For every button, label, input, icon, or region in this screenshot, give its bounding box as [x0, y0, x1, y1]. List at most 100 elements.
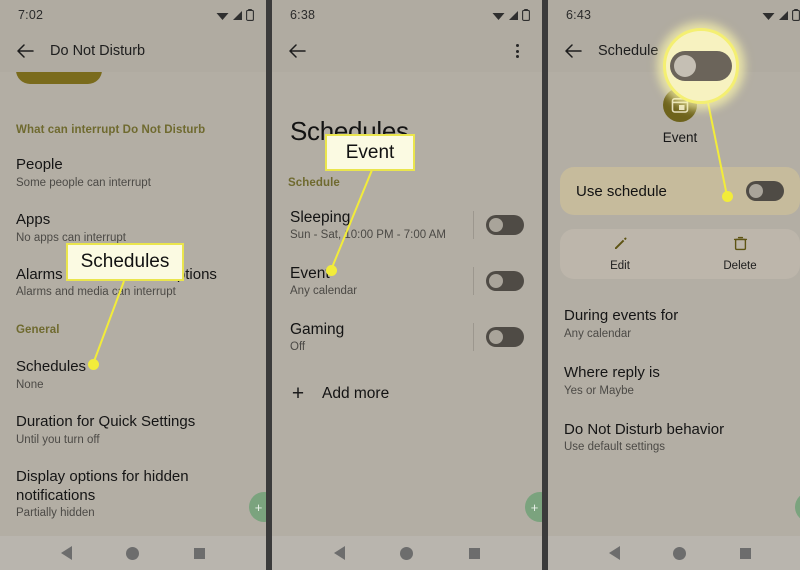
signal-icon [508, 10, 519, 21]
overflow-menu-icon[interactable] [506, 38, 528, 64]
page-heading: Schedules [290, 116, 409, 146]
status-icons [492, 9, 530, 21]
nav-recents-icon[interactable] [740, 547, 752, 559]
list-item[interactable]: Duration for Quick Settings Until you tu… [0, 413, 266, 446]
list-item[interactable]: Do Not Disturb behavior Use default sett… [548, 421, 800, 454]
row-subtitle: Any calendar [290, 285, 358, 297]
wifi-icon [216, 10, 229, 21]
annotation-pointer-dot [722, 191, 733, 202]
nav-back-icon[interactable] [61, 546, 73, 560]
page-title: Do Not Disturb [50, 43, 146, 59]
list-item[interactable]: People Some people can interrupt [0, 156, 266, 189]
app-bar [272, 30, 542, 72]
list-item[interactable]: During events for Any calendar [548, 307, 800, 340]
event-header: Event [548, 88, 800, 145]
add-more-button[interactable]: + Add more [272, 383, 542, 404]
row-title: Duration for Quick Settings [16, 413, 196, 430]
row-subtitle: Yes or Maybe [564, 384, 634, 397]
list-item[interactable]: Display options for hidden notifications… [0, 468, 266, 520]
nav-recents-icon[interactable] [193, 547, 205, 559]
system-navigation-bar [272, 536, 542, 570]
annotation-pointer-dot [326, 265, 337, 276]
nav-back-icon[interactable] [333, 546, 345, 560]
row-subtitle: Partially hidden [16, 507, 95, 520]
panel-body: Schedules Schedule Sleeping Sun - Sat, 1… [272, 72, 542, 570]
nav-home-icon[interactable] [126, 546, 140, 560]
nav-home-icon[interactable] [673, 546, 687, 560]
row-title: Where reply is [564, 363, 660, 381]
status-icons [216, 9, 254, 21]
scrolled-off-pill[interactable] [16, 72, 102, 84]
list-item[interactable]: Sleeping Sun - Sat, 10:00 PM - 7:00 AM [272, 209, 542, 241]
panel-body: Event Use schedule Edit Delete During ev… [548, 72, 800, 570]
nav-recents-icon[interactable] [469, 547, 481, 559]
row-title: Alarms and other interruptions [16, 265, 217, 283]
app-bar: Do Not Disturb [0, 30, 266, 72]
edit-label: Edit [610, 260, 630, 272]
annotation-magnifier-toggle [663, 28, 739, 104]
schedule-toggle[interactable] [486, 327, 524, 347]
status-clock: 7:02 [18, 8, 44, 22]
delete-label: Delete [723, 260, 757, 272]
back-arrow-icon[interactable] [284, 38, 310, 64]
list-item[interactable]: Where reply is Yes or Maybe [548, 364, 800, 397]
list-item[interactable]: Alarms and other interruptions Alarms an… [0, 266, 266, 299]
row-subtitle: No apps can interrupt [16, 231, 126, 244]
row-title: People [16, 156, 63, 173]
use-schedule-label: Use schedule [576, 182, 667, 200]
trash-icon [733, 236, 748, 256]
status-icons [762, 9, 800, 21]
battery-icon [522, 9, 530, 21]
row-subtitle: Off [290, 341, 306, 353]
use-schedule-toggle[interactable] [746, 181, 784, 201]
sidebar-item-schedules[interactable]: Schedules None [0, 358, 266, 391]
schedule-toggle[interactable] [486, 215, 524, 235]
row-separator [473, 211, 474, 239]
floating-action-button[interactable]: + [525, 492, 542, 522]
battery-icon [246, 9, 254, 21]
use-schedule-card[interactable]: Use schedule [560, 167, 800, 215]
row-title: Event [290, 265, 330, 282]
section-label-interrupt: What can interrupt Do Not Disturb [16, 124, 206, 136]
status-clock: 6:43 [566, 8, 592, 22]
event-label: Event [662, 130, 698, 145]
magnified-toggle [670, 51, 732, 81]
screenshot-root: 7:02 Do Not Disturb What can interrupt D… [0, 0, 800, 570]
battery-icon [792, 9, 800, 21]
pencil-icon [613, 236, 628, 256]
row-title: Display options for hidden notifications [16, 467, 189, 504]
panel-body: What can interrupt Do Not Disturb People… [0, 72, 266, 570]
row-subtitle: Sun - Sat, 10:00 PM - 7:00 AM [290, 229, 446, 241]
status-bar: 7:02 [0, 0, 266, 30]
floating-action-button[interactable]: + [795, 492, 800, 522]
row-separator [473, 267, 474, 295]
list-item[interactable]: Gaming Off [272, 321, 542, 353]
back-arrow-icon[interactable] [12, 38, 38, 64]
row-subtitle: None [16, 379, 44, 391]
row-subtitle: Until you turn off [16, 433, 100, 446]
signal-icon [232, 10, 243, 21]
status-clock: 6:38 [290, 8, 316, 22]
phone-panel-schedules: 6:38 Schedules Schedule Sleeping Sun - S… [272, 0, 542, 570]
system-navigation-bar [0, 536, 266, 570]
annotation-pointer-dot [88, 359, 99, 370]
delete-button[interactable]: Delete [680, 236, 800, 272]
schedule-toggle[interactable] [486, 271, 524, 291]
row-separator [473, 323, 474, 351]
page-title: Schedule [598, 43, 659, 59]
phone-panel-do-not-disturb: 7:02 Do Not Disturb What can interrupt D… [0, 0, 266, 570]
plus-icon: + [291, 382, 305, 405]
edit-button[interactable]: Edit [560, 236, 680, 272]
list-item[interactable]: Apps No apps can interrupt [0, 211, 266, 244]
list-item-event[interactable]: Event Any calendar [272, 265, 542, 297]
row-subtitle: Any calendar [564, 327, 632, 340]
back-arrow-icon[interactable] [560, 38, 586, 64]
row-subtitle: Use default settings [564, 441, 666, 454]
row-title: Apps [16, 210, 51, 228]
row-subtitle: Some people can interrupt [16, 176, 151, 189]
wifi-icon [762, 10, 775, 21]
nav-home-icon[interactable] [400, 546, 414, 560]
nav-back-icon[interactable] [608, 546, 620, 560]
row-subtitle: Alarms and media can interrupt [16, 286, 176, 299]
wifi-icon [492, 10, 505, 21]
